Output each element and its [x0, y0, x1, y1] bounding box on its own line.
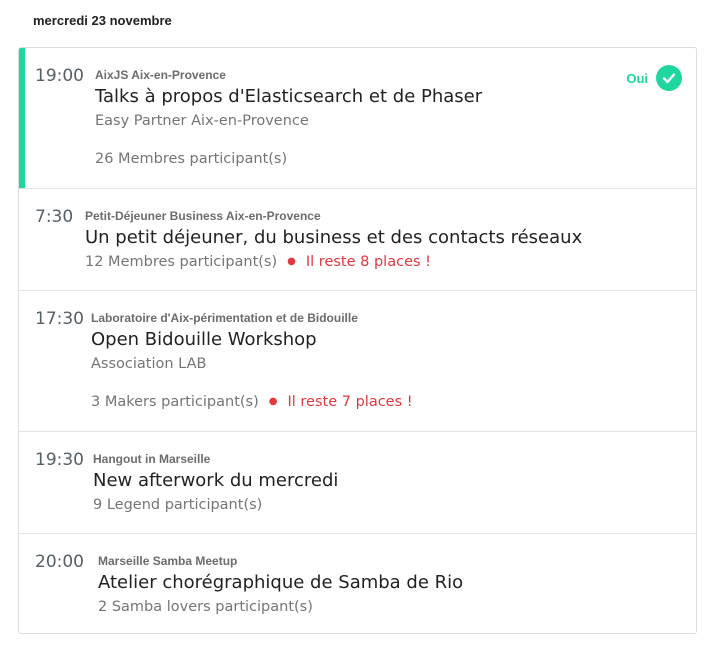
- event-card[interactable]: 7:30 Petit-Déjeuner Business Aix-en-Prov…: [19, 189, 696, 291]
- event-group[interactable]: Laboratoire d'Aix-périmentation et de Bi…: [91, 311, 413, 325]
- places-left: Il reste 8 places !: [305, 254, 431, 270]
- event-list: 19:00 AixJS Aix-en-Provence Talks à prop…: [18, 47, 697, 634]
- event-group[interactable]: AixJS Aix-en-Provence: [95, 68, 482, 82]
- rsvp-status[interactable]: Oui: [626, 65, 682, 91]
- event-title[interactable]: Un petit déjeuner, du business et des co…: [85, 226, 582, 250]
- event-venue: Easy Partner Aix-en-Provence: [95, 113, 309, 129]
- event-members[interactable]: 3 Makers participant(s): [91, 394, 259, 410]
- rsvp-label: Oui: [626, 70, 648, 86]
- event-time: 19:30: [35, 450, 84, 470]
- event-time: 7:30: [35, 207, 74, 227]
- event-time: 17:30: [35, 309, 84, 329]
- event-body: Hangout in Marseille New afterwork du me…: [93, 452, 338, 514]
- event-body: Petit-Déjeuner Business Aix-en-Provence …: [85, 209, 582, 271]
- separator-dot: ●: [268, 396, 278, 407]
- event-title[interactable]: Open Bidouille Workshop: [91, 328, 413, 352]
- event-members[interactable]: 12 Membres participant(s): [85, 254, 277, 270]
- separator-dot: ●: [287, 256, 296, 267]
- event-title[interactable]: Talks à propos d'Elasticsearch et de Pha…: [95, 85, 482, 109]
- event-members[interactable]: 9 Legend participant(s): [93, 497, 262, 513]
- event-group[interactable]: Hangout in Marseille: [93, 452, 338, 466]
- event-body: AixJS Aix-en-Provence Talks à propos d'E…: [95, 68, 482, 168]
- event-group[interactable]: Marseille Samba Meetup: [98, 554, 463, 568]
- event-card[interactable]: 17:30 Laboratoire d'Aix-périmentation et…: [19, 291, 696, 432]
- check-circle-icon: [656, 65, 682, 91]
- event-card[interactable]: 20:00 Marseille Samba Meetup Atelier cho…: [19, 534, 696, 633]
- event-members-row: 9 Legend participant(s): [93, 496, 338, 514]
- event-time: 19:00: [35, 66, 84, 86]
- event-card[interactable]: 19:00 AixJS Aix-en-Provence Talks à prop…: [19, 48, 696, 189]
- event-members[interactable]: 26 Membres participant(s): [95, 151, 287, 167]
- event-members-row: 26 Membres participant(s): [95, 150, 482, 168]
- event-title[interactable]: New afterwork du mercredi: [93, 469, 338, 493]
- date-header: mercredi 23 novembre: [33, 13, 172, 28]
- event-card[interactable]: 19:30 Hangout in Marseille New afterwork…: [19, 432, 696, 534]
- event-venue: Association LAB: [91, 356, 207, 372]
- event-members-row: 3 Makers participant(s) ● Il reste 7 place…: [91, 393, 413, 411]
- event-members-row: 12 Membres participant(s) ● Il reste 8 pla…: [85, 253, 582, 271]
- event-title[interactable]: Atelier chorégraphique de Samba de Rio: [98, 571, 463, 595]
- event-body: Laboratoire d'Aix-périmentation et de Bi…: [91, 311, 413, 411]
- event-group[interactable]: Petit-Déjeuner Business Aix-en-Provence: [85, 209, 582, 223]
- places-left: Il reste 7 places !: [287, 394, 413, 410]
- event-members-row: 2 Samba lovers participant(s): [98, 598, 463, 616]
- event-members[interactable]: 2 Samba lovers participant(s): [98, 599, 313, 615]
- event-body: Marseille Samba Meetup Atelier chorégrap…: [98, 554, 463, 616]
- event-time: 20:00: [35, 552, 84, 572]
